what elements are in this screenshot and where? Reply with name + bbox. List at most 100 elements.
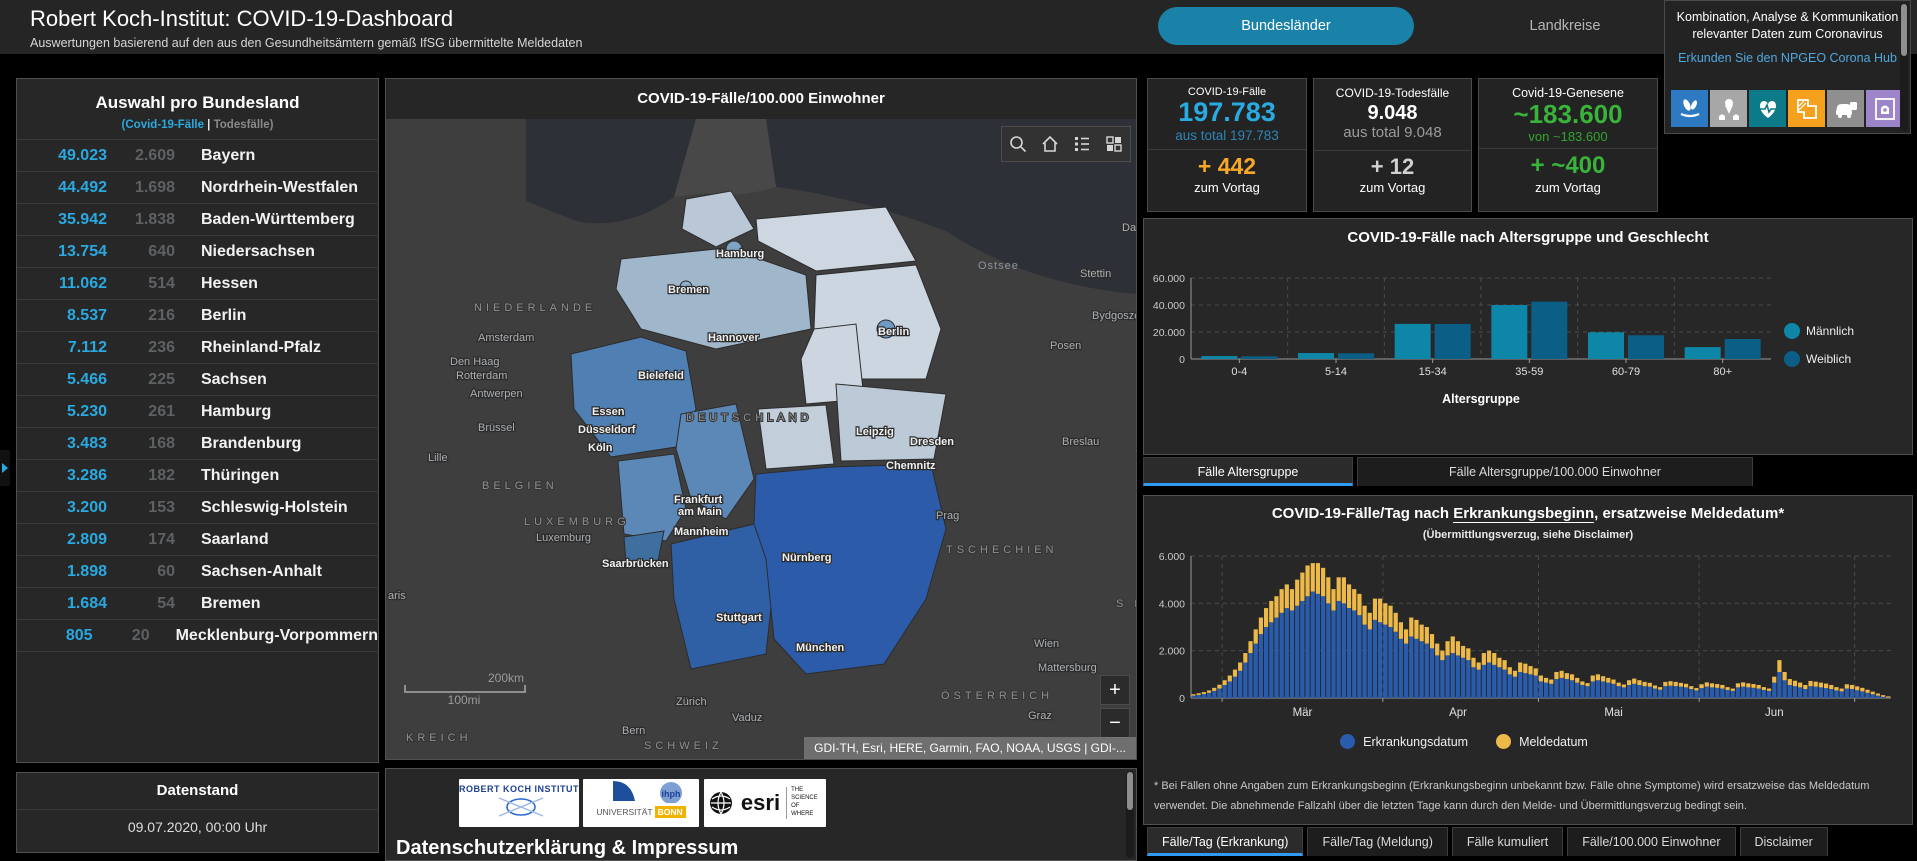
daily-bar-meldung xyxy=(1404,629,1408,643)
tab-faelle-kumuliert[interactable]: Fälle kumuliert xyxy=(1452,827,1563,856)
panel-expander-arrow[interactable] xyxy=(0,450,10,486)
table-row[interactable]: 3.483168Brandenburg xyxy=(17,428,378,460)
environment-tile-icon[interactable] xyxy=(1671,90,1708,127)
transportation-tile-icon[interactable] xyxy=(1827,90,1864,127)
table-row[interactable]: 1.68454Bremen xyxy=(17,588,378,620)
table-row[interactable]: 2.809174Saarland xyxy=(17,524,378,556)
daily-bar-erkrankung xyxy=(1430,648,1434,698)
state-sachsen[interactable] xyxy=(836,384,946,461)
daily-bar-meldung xyxy=(1757,685,1761,689)
zoom-out-button[interactable]: − xyxy=(1100,708,1130,738)
bundesland-name: Rheinland-Pfalz xyxy=(201,339,321,357)
daily-bar-erkrankung xyxy=(1855,690,1859,698)
deaths-value: 182 xyxy=(107,467,175,485)
table-row[interactable]: 80520Mecklenburg-Vorpommern xyxy=(17,620,378,652)
daily-bar-erkrankung xyxy=(1762,690,1766,698)
tab-landkreise[interactable]: Landkreise xyxy=(1470,7,1660,45)
table-row[interactable]: 35.9421.838Baden-Württemberg xyxy=(17,204,378,236)
tab-bundeslaender[interactable]: Bundesländer xyxy=(1158,7,1414,45)
svg-text:40.000: 40.000 xyxy=(1153,300,1185,312)
bundesland-name: Saarland xyxy=(201,531,269,549)
hub-text: Kombination, Analyse & Kommunikationrele… xyxy=(1665,9,1910,43)
map-toolbar xyxy=(1001,126,1131,162)
state-baden-wuerttemberg[interactable] xyxy=(671,524,774,669)
daily-bar-meldung xyxy=(1570,674,1574,680)
table-row[interactable]: 5.466225Sachsen xyxy=(17,364,378,396)
table-row[interactable]: 1.89860Sachsen-Anhalt xyxy=(17,556,378,588)
table-row[interactable]: 13.754640Niedersachsen xyxy=(17,236,378,268)
map-panel[interactable]: OstseeDanStettinBydgoszczPosenBreslauPra… xyxy=(385,78,1137,760)
table-row[interactable]: 7.112236Rheinland-Pfalz xyxy=(17,332,378,364)
tab-faelle-100k[interactable]: Fälle/100.000 Einwohner xyxy=(1567,827,1735,856)
daily-bar-erkrankung xyxy=(1850,689,1854,698)
daily-bar-meldung xyxy=(1197,693,1201,695)
npgeo-hub-link[interactable]: Erkunden Sie den NPGEO Corona Hub xyxy=(1665,51,1910,65)
daily-bar-meldung xyxy=(1311,563,1315,591)
cases-value: 11.062 xyxy=(17,275,107,293)
daily-bar-meldung xyxy=(1461,646,1465,658)
daily-bar-erkrankung xyxy=(1840,691,1844,698)
search-icon[interactable] xyxy=(1008,134,1028,154)
landmarks-tile-icon[interactable] xyxy=(1866,90,1903,127)
table-row[interactable]: 5.230261Hamburg xyxy=(17,396,378,428)
daily-bar-meldung xyxy=(1860,688,1864,692)
daily-bar-erkrankung xyxy=(1881,697,1885,698)
boundaries-tile-icon[interactable] xyxy=(1788,90,1825,127)
daily-bar-erkrankung xyxy=(1394,632,1398,698)
table-row[interactable]: 44.4921.698Nordrhein-Westfalen xyxy=(17,172,378,204)
table-row[interactable]: 3.200153Schleswig-Holstein xyxy=(17,492,378,524)
tab-disclaimer[interactable]: Disclaimer xyxy=(1740,827,1828,856)
card-label: Covid-19-Genesene xyxy=(1479,86,1657,100)
tab-faelle-altersgruppe-100k[interactable]: Fälle Altersgruppe/100.000 Einwohner xyxy=(1357,457,1753,486)
cases-value: 35.942 xyxy=(17,211,107,229)
tab-faelle-altersgruppe[interactable]: Fälle Altersgruppe xyxy=(1143,457,1353,486)
daily-bar-meldung xyxy=(1217,685,1221,689)
impressum-link[interactable]: Datenschutzerklärung & Impressum xyxy=(396,837,738,860)
rki-logo[interactable]: ROBERT KOCH INSTITUT xyxy=(459,779,579,827)
logos-scrollbar[interactable] xyxy=(1126,771,1134,858)
daily-bar-meldung xyxy=(1622,685,1626,688)
table-row[interactable]: 49.0232.609Bayern xyxy=(17,139,378,172)
legend-list-icon[interactable] xyxy=(1072,134,1092,154)
daily-bar-erkrankung xyxy=(1746,687,1750,698)
daily-bar-erkrankung xyxy=(1668,686,1672,698)
daily-bar-erkrankung xyxy=(1648,687,1652,698)
uni-bonn-logo[interactable]: ihph UNIVERSITÄT BONN xyxy=(583,779,699,827)
deaths-value: 261 xyxy=(107,403,175,421)
daily-bar-erkrankung xyxy=(1632,684,1636,698)
daily-bar-erkrankung xyxy=(1331,610,1335,698)
table-row[interactable]: 8.537216Berlin xyxy=(17,300,378,332)
health-tile-icon[interactable] xyxy=(1749,90,1786,127)
svg-text:Apr: Apr xyxy=(1449,707,1467,719)
daily-bar-erkrankung xyxy=(1601,681,1605,698)
esri-logo[interactable]: esri THE SCIENCE OF WHERE xyxy=(704,779,826,827)
bar-weiblich xyxy=(1241,356,1277,359)
tab-faelle-tag-erkrankung[interactable]: Fälle/Tag (Erkrankung) xyxy=(1147,827,1303,856)
tab-faelle-tag-meldung[interactable]: Fälle/Tag (Meldung) xyxy=(1307,827,1447,856)
home-icon[interactable] xyxy=(1040,134,1060,154)
daily-bar-meldung xyxy=(1544,678,1548,683)
daily-bar-erkrankung xyxy=(1471,667,1475,698)
choropleth-map[interactable]: OstseeDanStettinBydgoszczPosenBreslauPra… xyxy=(386,79,1136,759)
daily-bar-meldung xyxy=(1684,684,1688,688)
deaths-value: 640 xyxy=(107,243,175,261)
places-tile-icon[interactable] xyxy=(1710,90,1747,127)
daily-bar-erkrankung xyxy=(1456,655,1460,698)
zoom-in-button[interactable]: + xyxy=(1100,675,1130,705)
daily-bar-erkrankung xyxy=(1523,673,1527,698)
map-label: Hannover xyxy=(708,332,759,344)
daily-bar-meldung xyxy=(1834,687,1838,690)
card-scrollbar[interactable] xyxy=(1900,3,1908,131)
daily-bar-erkrankung xyxy=(1461,658,1465,698)
daily-bar-meldung xyxy=(1212,688,1216,691)
deaths-value: 1.838 xyxy=(107,211,175,229)
map-label: Frankfurt xyxy=(674,494,723,506)
basemap-grid-icon[interactable] xyxy=(1104,134,1124,154)
daily-bar-meldung xyxy=(1326,577,1330,603)
daily-bar-meldung xyxy=(1347,584,1351,608)
daily-bar-meldung xyxy=(1513,671,1517,677)
table-row[interactable]: 3.286182Thüringen xyxy=(17,460,378,492)
table-row[interactable]: 11.062514Hessen xyxy=(17,268,378,300)
daily-bar-meldung xyxy=(1549,680,1553,684)
daily-bar-meldung xyxy=(1233,670,1237,677)
